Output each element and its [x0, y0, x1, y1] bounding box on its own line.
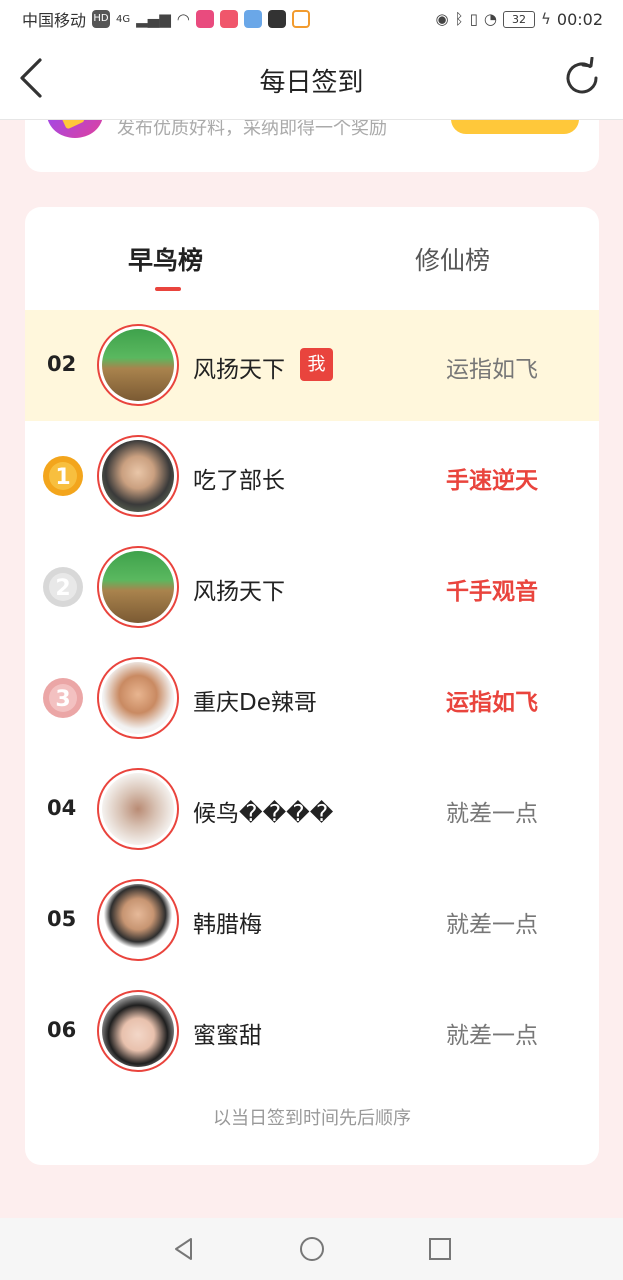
nav-home-button[interactable]: [294, 1231, 330, 1267]
table-row-me[interactable]: 02 风扬天下 我 运指如飞: [25, 310, 599, 421]
weibo-notification-icon: [219, 10, 238, 28]
avatar: [97, 435, 179, 517]
silver-medal-icon: 2: [43, 567, 83, 607]
carrier-label: 中国移动: [22, 11, 87, 30]
rank-number: 05: [47, 907, 77, 931]
avatar-image: [102, 329, 174, 401]
page-title: 每日签到: [259, 68, 364, 98]
eye-icon: ◉: [435, 10, 449, 28]
promo-card: 发布优质好料，采纳即得一个奖励: [25, 120, 599, 172]
avatar: [97, 657, 179, 739]
app-notification-icon: [243, 10, 262, 28]
svg-text:1: 1: [55, 465, 70, 490]
vibrate-icon: ▯: [469, 10, 478, 28]
status-bar-left: 中国移动 HD 4G ▂▄▆ ◠: [22, 7, 310, 31]
sign-status: 运指如飞: [446, 690, 538, 716]
rank-number: 04: [47, 796, 77, 820]
refresh-button[interactable]: [561, 56, 603, 99]
sign-status: 手速逆天: [446, 468, 538, 494]
circle-home-icon: [299, 1237, 324, 1261]
speed-icon: ◔: [483, 10, 497, 28]
app-notification-icon: [291, 10, 310, 28]
clock: 00:02: [556, 9, 603, 29]
avatar: [97, 546, 179, 628]
sign-status: 就差一点: [446, 1023, 538, 1049]
user-name: 韩腊梅: [193, 912, 262, 938]
gold-medal-icon: 1: [43, 456, 83, 496]
status-bar: 中国移动 HD 4G ▂▄▆ ◠ ◉ ᛒ ▯ ◔ 32 ϟ 00:02: [0, 0, 623, 38]
charging-icon: ϟ: [540, 10, 551, 28]
ranking-footnote: 以当日签到时间先后顺序: [213, 1108, 411, 1129]
table-row[interactable]: 05 韩腊梅 就差一点: [25, 865, 599, 976]
me-badge: 我: [300, 348, 333, 381]
user-name: 吃了部长: [193, 468, 285, 494]
rank-number: 02: [47, 352, 77, 376]
tab-xiuxian[interactable]: 修仙榜: [415, 241, 490, 277]
user-name: 候鸟����: [193, 801, 334, 827]
system-nav-bar: [0, 1218, 623, 1280]
avatar-image: [102, 551, 174, 623]
avatar: [97, 324, 179, 406]
avatar-image: [102, 773, 174, 845]
network-type-label: 4G: [116, 13, 131, 25]
square-recents-icon: [428, 1238, 451, 1260]
signal-icon: ▂▄▆: [136, 10, 171, 28]
ranking-list: 02 风扬天下 我 运指如飞 1 吃了部长 手速逆天 2 风扬天下 千手观音 3…: [25, 310, 599, 1087]
user-name: 蜜蜜甜: [193, 1023, 262, 1049]
bronze-medal-icon: 3: [43, 678, 83, 718]
avatar-image: [102, 884, 174, 956]
sign-status: 千手观音: [446, 579, 538, 605]
avatar: [97, 990, 179, 1072]
ranking-tabs: 早鸟榜 修仙榜: [25, 207, 599, 310]
user-name: 风扬天下: [193, 579, 285, 605]
header: 每日签到: [0, 38, 623, 120]
table-row[interactable]: 06 蜜蜜甜 就差一点: [25, 976, 599, 1087]
sign-status: 就差一点: [446, 801, 538, 827]
triangle-back-icon: [174, 1238, 192, 1260]
gift-icon: [47, 120, 103, 138]
status-bar-right: ◉ ᛒ ▯ ◔ 32 ϟ 00:02: [436, 10, 603, 29]
ranking-card: 早鸟榜 修仙榜 02 风扬天下 我 运指如飞 1 吃了部长 手速逆天 2 风扬天…: [25, 207, 599, 1165]
avatar-image: [102, 662, 174, 734]
user-name: 风扬天下: [193, 357, 285, 383]
promo-button[interactable]: [451, 120, 579, 134]
table-row[interactable]: 04 候鸟���� 就差一点: [25, 754, 599, 865]
tab-early-bird[interactable]: 早鸟榜: [128, 241, 203, 277]
qq-icon: [267, 10, 286, 28]
battery-icon: 32: [502, 10, 535, 28]
svg-text:2: 2: [55, 576, 70, 601]
promo-text: 发布优质好料，采纳即得一个奖励: [117, 120, 387, 139]
avatar-image: [102, 440, 174, 512]
hd-icon: HD: [92, 10, 111, 28]
avatar: [97, 768, 179, 850]
svg-text:3: 3: [55, 687, 70, 712]
app-notification-icon: [195, 10, 214, 28]
sign-status: 就差一点: [446, 912, 538, 938]
nav-recents-button[interactable]: [422, 1231, 458, 1267]
bluetooth-icon: ᛒ: [454, 10, 464, 28]
table-row[interactable]: 1 吃了部长 手速逆天: [25, 421, 599, 532]
rank-number: 06: [47, 1018, 77, 1042]
sign-status: 运指如飞: [446, 357, 538, 383]
user-name: 重庆De辣哥: [193, 690, 317, 716]
wifi-icon: ◠: [176, 10, 190, 28]
avatar-image: [102, 995, 174, 1067]
active-tab-indicator: [155, 287, 181, 291]
refresh-icon: [566, 56, 598, 94]
avatar: [97, 879, 179, 961]
nav-back-button[interactable]: [166, 1231, 202, 1267]
table-row[interactable]: 3 重庆De辣哥 运指如飞: [25, 643, 599, 754]
table-row[interactable]: 2 风扬天下 千手观音: [25, 532, 599, 643]
